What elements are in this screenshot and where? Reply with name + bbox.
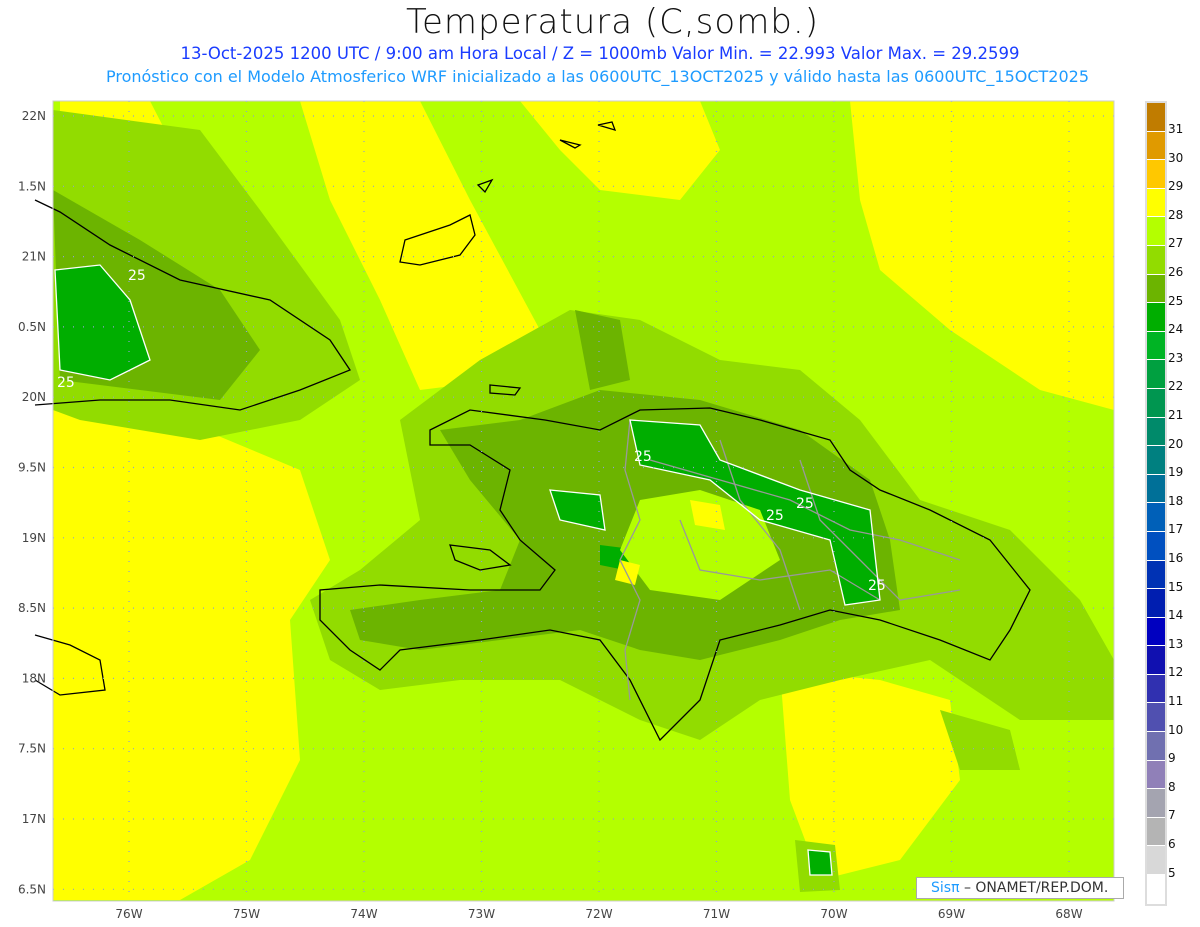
lat-label: 20N xyxy=(22,390,46,404)
colorbar-swatch xyxy=(1147,646,1165,675)
colorbar-swatch xyxy=(1147,188,1165,218)
colorbar-swatch xyxy=(1147,789,1165,818)
contour-label: 25 xyxy=(796,496,814,512)
colorbar-label: 10 xyxy=(1168,722,1184,737)
colorbar-swatch xyxy=(1147,875,1165,904)
colorbar-label: 6 xyxy=(1168,837,1176,851)
lat-label: 18N xyxy=(22,671,46,685)
colorbar-swatch xyxy=(1147,131,1165,161)
colorbar-label: 21 xyxy=(1168,408,1184,422)
colorbar-swatch xyxy=(1147,674,1165,704)
lat-label: 19N xyxy=(22,531,46,545)
colorbar-swatch xyxy=(1147,617,1165,647)
colorbar-swatch xyxy=(1147,274,1165,304)
colorbar-label: 13 xyxy=(1168,636,1184,651)
colorbar-swatch xyxy=(1147,760,1165,790)
colorbar-label: 14 xyxy=(1168,608,1184,623)
contour-label: 25 xyxy=(766,508,784,524)
colorbar-swatch xyxy=(1147,388,1165,418)
contour-label: 25 xyxy=(634,449,652,465)
lon-label: 70W xyxy=(820,907,847,921)
colorbar-label: 11 xyxy=(1168,694,1184,708)
lat-label: 22N xyxy=(22,109,46,123)
logo-box: Sisπ – ONAMET/REP.DOM. xyxy=(916,877,1124,899)
colorbar-label: 24 xyxy=(1168,322,1184,337)
colorbar-label: 23 xyxy=(1168,350,1184,365)
colorbar-swatch xyxy=(1147,446,1165,475)
lat-label: 17N xyxy=(22,812,46,826)
lat-label: 0.5N xyxy=(18,320,46,334)
colorbar-swatch xyxy=(1147,846,1165,876)
colorbar-label: 5 xyxy=(1168,865,1176,880)
colorbar-label: 27 xyxy=(1168,236,1184,251)
colorbar-label: 20 xyxy=(1168,436,1184,451)
lon-label: 73W xyxy=(468,907,495,921)
lat-label: 6.5N xyxy=(18,882,46,896)
lat-label: 1.5N xyxy=(18,179,46,193)
lat-label: 8.5N xyxy=(18,601,46,615)
colorbar-label: 16 xyxy=(1168,551,1184,565)
lon-label: 69W xyxy=(938,907,965,921)
colorbar-label: 7 xyxy=(1168,808,1176,823)
lon-label: 71W xyxy=(703,907,730,921)
lon-label: 72W xyxy=(585,907,612,921)
colorbar-label: 31 xyxy=(1168,122,1184,136)
colorbar-label: 12 xyxy=(1168,665,1184,680)
colorbar-label: 28 xyxy=(1168,207,1184,222)
colorbar-label: 30 xyxy=(1168,150,1184,165)
logo-brand: Sisπ xyxy=(931,880,960,896)
lon-label: 76W xyxy=(115,907,142,921)
colorbar-swatch xyxy=(1147,732,1165,761)
lon-label: 68W xyxy=(1055,907,1082,921)
colorbar-label: 19 xyxy=(1168,465,1184,480)
colorbar-swatch xyxy=(1147,245,1165,275)
colorbar xyxy=(1145,101,1167,906)
colorbar-label: 18 xyxy=(1168,493,1184,508)
colorbar-swatch xyxy=(1147,560,1165,590)
colorbar-swatch xyxy=(1147,303,1165,332)
colorbar-swatch xyxy=(1147,703,1165,733)
colorbar-swatch xyxy=(1147,417,1165,447)
contour-label: 25 xyxy=(128,268,146,284)
colorbar-swatch xyxy=(1147,589,1165,618)
lat-label: 7.5N xyxy=(18,742,46,756)
colorbar-label: 25 xyxy=(1168,293,1184,308)
colorbar-swatch xyxy=(1147,217,1165,246)
colorbar-label: 29 xyxy=(1168,179,1184,194)
lat-label: 9.5N xyxy=(18,461,46,475)
colorbar-swatch xyxy=(1147,531,1165,561)
lon-label: 74W xyxy=(350,907,377,921)
lat-label: 21N xyxy=(22,250,46,264)
contour-label: 25 xyxy=(868,578,886,594)
colorbar-label: 8 xyxy=(1168,779,1176,794)
colorbar-swatch xyxy=(1147,160,1165,189)
colorbar-swatch xyxy=(1147,360,1165,389)
colorbar-swatch xyxy=(1147,103,1165,132)
colorbar-label: 22 xyxy=(1168,379,1184,394)
logo-text: – ONAMET/REP.DOM. xyxy=(963,880,1109,896)
colorbar-swatch xyxy=(1147,331,1165,361)
colorbar-label: 15 xyxy=(1168,579,1184,594)
contour-label: 25 xyxy=(57,375,75,391)
colorbar-label: 9 xyxy=(1168,751,1176,766)
colorbar-swatch xyxy=(1147,503,1165,532)
colorbar-swatch xyxy=(1147,817,1165,847)
colorbar-label: 17 xyxy=(1168,522,1184,537)
temperature-map: 25 25 25 25 25 25 22N 1.5N 21N 0.5N 20N 9.5N 1… xyxy=(18,100,1115,921)
lon-label: 75W xyxy=(233,907,260,921)
colorbar-swatch xyxy=(1147,474,1165,504)
colorbar-label: 26 xyxy=(1168,265,1184,279)
